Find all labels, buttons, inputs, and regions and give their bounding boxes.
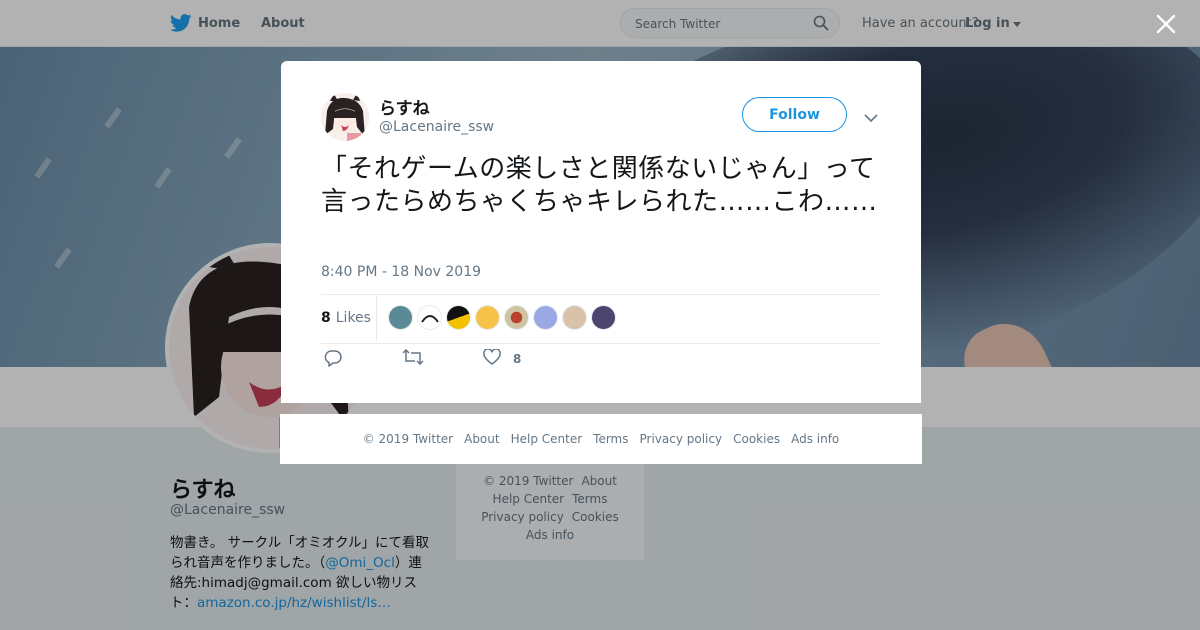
tweet-text: 「それゲームの楽しさと関係ないじゃん」って言ったらめちゃくちゃキレられた……こわ… <box>321 154 878 217</box>
tweet-author-avatar[interactable] <box>321 93 369 141</box>
liker-avatar[interactable] <box>475 305 500 330</box>
footer-link-about[interactable]: About <box>464 432 499 446</box>
liker-avatar[interactable] <box>417 305 442 330</box>
liker-avatar[interactable] <box>591 305 616 330</box>
heart-icon[interactable] <box>483 348 501 368</box>
tweet-author-name[interactable]: らすね <box>379 94 430 119</box>
tweet-stats: 8 Likes <box>321 294 881 344</box>
likes-stat[interactable]: 8 Likes <box>321 295 371 341</box>
retweet-icon[interactable] <box>402 349 424 365</box>
liker-avatar[interactable] <box>388 305 413 330</box>
footer-link-cookies[interactable]: Cookies <box>733 432 780 446</box>
like-action-count: 8 <box>513 351 522 366</box>
follow-button[interactable]: Follow <box>742 97 847 132</box>
liker-avatars <box>388 305 620 330</box>
modal-footer: © 2019 Twitter About Help Center Terms P… <box>280 414 922 464</box>
liker-avatar[interactable] <box>533 305 558 330</box>
tweet-modal: らすね @Lacenaire_ssw Follow 「それゲームの楽しさと関係な… <box>281 61 921 403</box>
likes-label: Likes <box>335 310 371 326</box>
liker-avatar[interactable] <box>562 305 587 330</box>
footer-link-help[interactable]: Help Center <box>511 432 583 446</box>
tweet-timestamp[interactable]: 8:40 PM - 18 Nov 2019 <box>321 264 481 280</box>
footer-copyright: © 2019 Twitter <box>362 432 454 446</box>
reply-icon[interactable] <box>324 349 342 367</box>
footer-link-ads[interactable]: Ads info <box>791 432 839 446</box>
liker-avatar[interactable] <box>504 305 529 330</box>
footer-link-privacy[interactable]: Privacy policy <box>640 432 723 446</box>
likes-count: 8 <box>321 310 331 326</box>
tweet-author-handle[interactable]: @Lacenaire_ssw <box>379 119 494 135</box>
like-action[interactable]: 8 <box>483 348 522 368</box>
close-icon[interactable] <box>1150 8 1182 40</box>
footer-link-terms[interactable]: Terms <box>593 432 628 446</box>
liker-avatar[interactable] <box>446 305 471 330</box>
chevron-down-icon[interactable] <box>864 108 878 127</box>
stats-divider <box>376 295 377 341</box>
